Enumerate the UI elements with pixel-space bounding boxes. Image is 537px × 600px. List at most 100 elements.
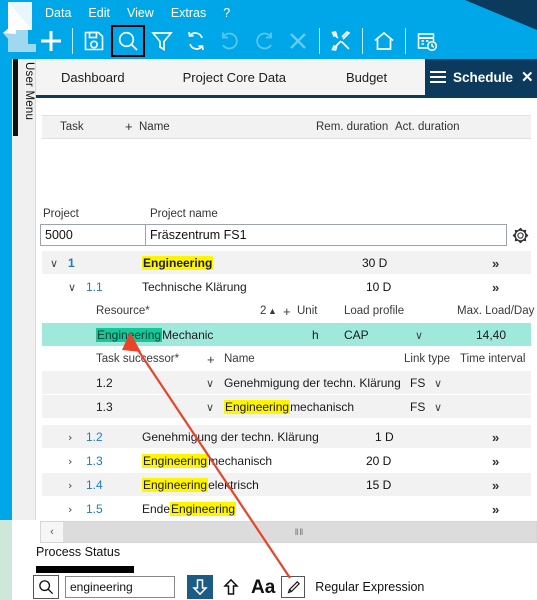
tab-schedule[interactable]: Schedule ✕ xyxy=(425,59,537,95)
toolbar xyxy=(34,24,444,58)
toolbar-separator xyxy=(72,28,73,54)
highlighter-pen-icon[interactable] xyxy=(281,576,306,598)
row-wbs: 1.2 xyxy=(86,430,103,444)
table-row[interactable]: › 1.3 Engineering mechanisch 20 D » xyxy=(42,449,531,473)
column-header-load-profile: Load profile xyxy=(344,305,405,317)
row-more-icon[interactable]: » xyxy=(492,449,499,473)
add-resource-icon[interactable]: + xyxy=(283,299,291,323)
row-wbs: 1.4 xyxy=(86,478,103,492)
delete-icon[interactable] xyxy=(281,25,315,57)
resource-name[interactable]: Engineering Mechanic xyxy=(96,323,213,347)
resource-count: 2 xyxy=(260,305,267,317)
row-name: Engineering xyxy=(142,251,214,275)
magnifier-icon[interactable] xyxy=(33,575,59,599)
redo-icon[interactable] xyxy=(247,25,281,57)
row-more-icon[interactable]: » xyxy=(492,497,499,520)
column-header-resource: Resource* xyxy=(96,305,150,317)
row-expander[interactable]: ∨ xyxy=(50,251,58,275)
resource-row-selected[interactable]: Engineering Mechanic h CAP ∨ 14,40 xyxy=(42,323,531,347)
chevron-down-icon[interactable]: ∨ xyxy=(415,323,423,347)
table-row[interactable]: › 1.2 Genehmigung der techn. Klärung 1 D… xyxy=(42,425,531,449)
sort-asc-icon[interactable]: ▲ xyxy=(268,299,277,323)
process-status-bar xyxy=(36,566,134,573)
row-name: Genehmigung der techn. Klärung xyxy=(142,430,319,444)
resource-max-load: 14,40 xyxy=(476,328,507,342)
row-name-highlight: Engineering xyxy=(142,478,209,492)
hamburger-icon[interactable] xyxy=(430,71,446,83)
row-more-icon[interactable]: » xyxy=(492,425,499,449)
row-wbs: 1.3 xyxy=(86,454,103,468)
row-more-icon[interactable]: » xyxy=(492,251,499,275)
row-name-pre: Ende xyxy=(142,502,171,516)
resource-unit: h xyxy=(312,328,319,342)
project-name-input[interactable]: Fräszentrum FS1 xyxy=(145,224,507,246)
table-row[interactable]: ∨ 1.1 Technische Klärung 10 D » xyxy=(42,275,531,299)
arrow-down-icon[interactable] xyxy=(187,575,213,599)
table-row[interactable]: › 1.4 Engineering elektrisch 15 D » xyxy=(42,473,531,497)
search-input[interactable]: engineering xyxy=(65,576,175,598)
successor-wbs: 1.3 xyxy=(96,400,113,414)
row-expander[interactable]: › xyxy=(68,473,72,497)
scrollbar-thumb[interactable]: ‖‖ xyxy=(63,522,536,542)
tools-icon[interactable] xyxy=(324,25,358,57)
chevron-down-icon[interactable]: ∨ xyxy=(206,395,214,419)
row-wbs: 1.5 xyxy=(86,502,103,516)
successor-row[interactable]: 1.2 ∨ Genehmigung der techn. Klärung FS … xyxy=(42,371,531,395)
row-expander[interactable]: ∨ xyxy=(68,275,76,299)
arrow-up-icon[interactable] xyxy=(218,575,244,599)
home-icon[interactable] xyxy=(367,25,401,57)
row-name-highlight: Engineering xyxy=(142,256,214,270)
row-expander[interactable]: › xyxy=(68,449,72,473)
project-id-input[interactable]: 5000 xyxy=(40,224,146,246)
menu-item-data[interactable]: Data xyxy=(45,5,71,21)
column-header-task: Task xyxy=(60,121,84,133)
row-name: Ende Engineering xyxy=(142,497,237,520)
tab-dashboard[interactable]: Dashboard xyxy=(61,70,125,85)
toolbar-separator-3 xyxy=(362,28,363,54)
add-successor-icon[interactable]: + xyxy=(207,347,215,371)
refresh-icon[interactable] xyxy=(179,25,213,57)
new-icon[interactable] xyxy=(34,25,68,57)
menu-item-view[interactable]: View xyxy=(127,5,154,21)
row-expander[interactable]: › xyxy=(68,425,72,449)
resource-name-rest: Mechanic xyxy=(162,328,214,342)
undo-icon[interactable] xyxy=(213,25,247,57)
tab-budget[interactable]: Budget xyxy=(346,70,387,85)
add-column-icon[interactable]: + xyxy=(125,119,133,134)
chevron-down-icon[interactable]: ∨ xyxy=(434,395,442,419)
menu-item-extras[interactable]: Extras xyxy=(171,5,206,21)
chevron-down-icon[interactable]: ∨ xyxy=(206,371,214,395)
gear-icon[interactable] xyxy=(507,224,533,246)
successor-wbs: 1.2 xyxy=(96,376,113,390)
task-grid: ∨ 1 Engineering 30 D » ∨ 1.1 Technische … xyxy=(42,251,535,520)
row-more-icon[interactable]: » xyxy=(492,275,499,299)
column-header-time-interval: Time interval xyxy=(460,353,526,365)
table-row[interactable]: › 1.5 Ende Engineering » xyxy=(42,497,531,520)
column-header-max-load: Max. Load/Day xyxy=(457,305,535,317)
regex-label[interactable]: Regular Expression xyxy=(315,580,424,594)
row-more-icon[interactable]: » xyxy=(492,473,499,497)
tab-project-core-data[interactable]: Project Core Data xyxy=(183,70,286,85)
row-expander[interactable]: › xyxy=(68,497,72,520)
menu-item-help[interactable]: ? xyxy=(223,5,230,21)
menu-item-edit[interactable]: Edit xyxy=(88,5,110,21)
left-edge-strip-lower xyxy=(0,520,12,600)
column-header-name: Name xyxy=(139,121,170,133)
successor-row[interactable]: 1.3 ∨ Engineering mechanisch FS ∨ xyxy=(42,395,531,419)
schedule-calendar-icon[interactable] xyxy=(410,25,444,57)
chevron-down-icon[interactable]: ∨ xyxy=(434,371,442,395)
save-icon[interactable] xyxy=(77,25,111,57)
successor-name: Genehmigung der techn. Klärung xyxy=(224,376,401,390)
scroll-left-icon[interactable]: ‹ xyxy=(41,522,63,542)
close-icon[interactable]: ✕ xyxy=(521,70,534,85)
table-row[interactable]: ∨ 1 Engineering 30 D » xyxy=(42,251,531,275)
toolbar-separator-4 xyxy=(405,28,406,54)
column-header-rem-duration: Rem. duration xyxy=(316,121,389,133)
match-case-button[interactable]: Aa xyxy=(251,578,275,597)
filter-icon[interactable] xyxy=(145,25,179,57)
search-icon[interactable] xyxy=(111,25,145,57)
top-ribbon: Data Edit View Extras ? xyxy=(0,0,537,59)
schedule-panel: Task + Name Rem. duration Act. duration … xyxy=(36,95,537,520)
horizontal-scrollbar[interactable]: ‹ ‖‖ xyxy=(40,521,537,543)
row-name: Engineering mechanisch xyxy=(142,449,272,473)
